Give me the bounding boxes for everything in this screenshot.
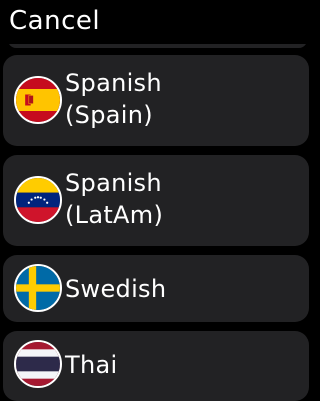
thailand-flag-icon	[14, 340, 62, 388]
venezuela-flag-icon	[14, 176, 62, 224]
sweden-flag-icon	[14, 264, 62, 312]
language-label: Swedish	[65, 275, 167, 303]
list-item-spanish-latam[interactable]: Spanish (LatAm)	[3, 155, 309, 246]
language-label: Spanish (LatAm)	[65, 169, 164, 229]
header: Cancel	[0, 0, 312, 44]
language-label: Thai	[65, 351, 118, 379]
list-item-swedish[interactable]: Swedish	[3, 255, 309, 322]
language-list: Spanish (Spain) Spanish (LatAm) Swedish …	[0, 0, 312, 401]
list-item-thai[interactable]: Thai	[3, 331, 309, 401]
cancel-button[interactable]: Cancel	[9, 4, 100, 38]
list-item-spanish-spain[interactable]: Spanish (Spain)	[3, 55, 309, 146]
spain-flag-icon	[14, 76, 62, 124]
language-label: Spanish (Spain)	[65, 69, 162, 129]
